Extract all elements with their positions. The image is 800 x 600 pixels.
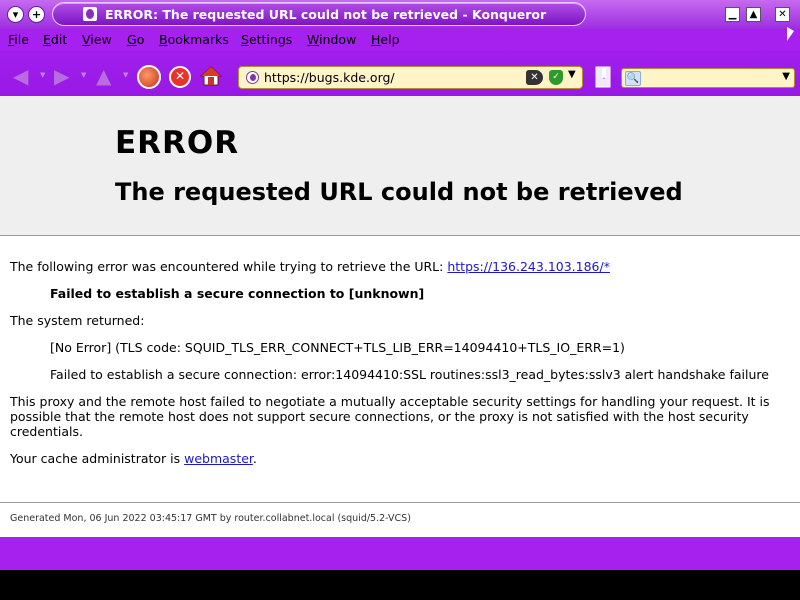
requested-url-link[interactable]: https://136.243.103.186/*: [447, 259, 610, 274]
menu-file[interactable]: File: [8, 32, 29, 47]
window-title: ERROR: The requested URL could not be re…: [105, 7, 547, 22]
back-dropdown-icon[interactable]: ▼: [40, 71, 45, 79]
forward-dropdown-icon[interactable]: ▼: [81, 71, 86, 79]
favicon-icon: [246, 71, 259, 84]
search-engine-icon[interactable]: 🔍: [625, 71, 641, 86]
menu-go[interactable]: Go: [127, 32, 144, 47]
close-button[interactable]: ✕: [775, 7, 790, 22]
menu-help[interactable]: Help: [371, 32, 400, 47]
minimize-button[interactable]: ▁: [725, 7, 740, 22]
konqueror-icon: [83, 7, 97, 21]
page-content: ERROR The requested URL could not be ret…: [0, 96, 800, 537]
error-subtitle: The requested URL could not be retrieved: [115, 178, 683, 206]
security-shield-icon[interactable]: ✓: [549, 70, 563, 85]
admin-prefix: Your cache administrator is: [10, 451, 185, 466]
admin-suffix: .: [252, 451, 257, 466]
menu-settings[interactable]: Settings: [241, 32, 292, 47]
footer-divider: [0, 502, 800, 503]
failed-message: Failed to establish a secure connection …: [50, 286, 425, 301]
explanation-line-1: This proxy and the remote host failed to…: [10, 394, 770, 409]
back-arrow-icon[interactable]: ◀: [13, 66, 35, 88]
menu-edit[interactable]: Edit: [43, 32, 67, 47]
menu-window[interactable]: Window: [307, 32, 356, 47]
search-bar[interactable]: 🔍 ▼: [621, 68, 795, 88]
location-dropdown-icon[interactable]: ▼: [568, 69, 576, 80]
status-bar: [0, 537, 800, 570]
maximize-button[interactable]: ▲: [746, 7, 761, 22]
location-bar[interactable]: https://bugs.kde.org/ ✕ ✓ ▼: [238, 66, 583, 89]
bookmark-icon[interactable]: [594, 66, 612, 88]
reload-icon[interactable]: [137, 65, 161, 89]
ssl-error-text: Failed to establish a secure connection:…: [50, 367, 769, 382]
intro-paragraph: The following error was encountered whil…: [10, 259, 610, 274]
system-returned-label: The system returned:: [10, 313, 145, 328]
forward-arrow-icon[interactable]: ▶: [54, 66, 76, 88]
sticky-button[interactable]: +: [28, 6, 45, 23]
tls-code-text: [No Error] (TLS code: SQUID_TLS_ERR_CONN…: [50, 340, 625, 355]
error-title: ERROR: [115, 125, 240, 161]
up-dropdown-icon[interactable]: ▼: [123, 71, 128, 79]
search-dropdown-icon[interactable]: ▼: [782, 71, 790, 82]
error-header: ERROR The requested URL could not be ret…: [0, 96, 800, 236]
menu-view[interactable]: View: [82, 32, 112, 47]
mouse-cursor-icon: [787, 27, 794, 41]
menu-bookmarks[interactable]: Bookmarks: [159, 32, 229, 47]
explanation-line-2: possible that the remote host does not s…: [10, 409, 749, 424]
admin-paragraph: Your cache administrator is webmaster.: [10, 451, 257, 466]
explanation-line-3: credentials.: [10, 424, 83, 439]
clear-location-icon[interactable]: ✕: [526, 70, 543, 85]
title-pill: ERROR: The requested URL could not be re…: [52, 2, 586, 26]
desktop-bottom: [0, 570, 800, 600]
up-arrow-icon[interactable]: ▲: [96, 66, 118, 88]
window-titlebar: ▾ + ERROR: The requested URL could not b…: [0, 0, 800, 29]
menu-bar: File Edit View Go Bookmarks Settings Win…: [0, 29, 800, 51]
footer-text: Generated Mon, 06 Jun 2022 03:45:17 GMT …: [10, 513, 411, 524]
home-icon[interactable]: [199, 65, 223, 87]
stop-icon[interactable]: ✕: [169, 66, 191, 88]
webmaster-link[interactable]: webmaster: [184, 451, 253, 466]
intro-text: The following error was encountered whil…: [10, 259, 448, 274]
window-menu-button[interactable]: ▾: [7, 6, 24, 23]
url-input[interactable]: https://bugs.kde.org/: [264, 70, 395, 85]
